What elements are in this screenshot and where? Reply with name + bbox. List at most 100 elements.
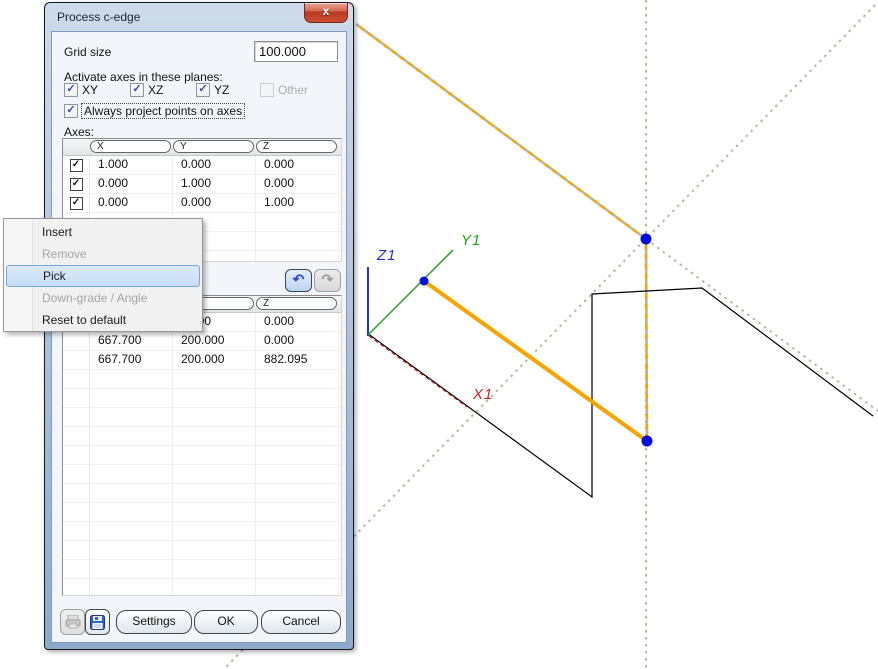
table-cell-z[interactable] [256, 465, 339, 483]
table-cell-y[interactable] [173, 484, 256, 502]
table-row[interactable] [63, 579, 341, 596]
table-cell-y[interactable]: 0.000 [173, 194, 256, 212]
table-cell-x[interactable] [90, 560, 173, 578]
table-row[interactable] [63, 503, 341, 522]
table-row[interactable]: ✓0.0000.0001.000 [63, 194, 341, 213]
table-cell-z[interactable] [256, 484, 339, 502]
table-cell-x[interactable] [90, 522, 173, 540]
selected-edge[interactable] [424, 281, 647, 441]
table-cell-x[interactable] [90, 465, 173, 483]
table-cell-x[interactable] [90, 370, 173, 388]
column-header-x[interactable]: X [90, 140, 171, 153]
pick-point-bottom[interactable] [642, 436, 653, 447]
cancel-button[interactable]: Cancel [261, 610, 341, 634]
column-header-y[interactable]: Y [173, 140, 254, 153]
table-cell-y[interactable]: 0.000 [173, 156, 256, 174]
menu-item-reset-to-default[interactable]: Reset to default [4, 309, 202, 331]
table-cell-x[interactable]: 1.000 [90, 156, 173, 174]
table-cell-y[interactable] [173, 465, 256, 483]
menu-item-insert[interactable]: Insert [4, 221, 202, 243]
table-cell-y[interactable] [173, 389, 256, 407]
table-cell-z[interactable] [256, 522, 339, 540]
always-project-checkbox[interactable]: ✓ Always project points on axes [64, 104, 244, 118]
table-cell-z[interactable] [256, 232, 339, 250]
menu-item-pick[interactable]: Pick [6, 265, 200, 287]
row-checkbox[interactable]: ✓ [70, 178, 83, 191]
table-cell-x[interactable] [90, 427, 173, 445]
table-row[interactable]: ✓1.0000.0000.000 [63, 156, 341, 175]
table-row[interactable]: 667.700200.0000.000 [63, 332, 341, 351]
table-row[interactable] [63, 522, 341, 541]
table-cell-z[interactable] [256, 541, 339, 559]
table-cell-y[interactable] [173, 427, 256, 445]
model-polyline[interactable] [367, 288, 873, 497]
table-cell-z[interactable] [256, 370, 339, 388]
title-bar[interactable]: Process c-edge x [45, 3, 353, 31]
table-cell-y[interactable] [173, 408, 256, 426]
plane-checkbox-xy[interactable]: ✓XY [64, 83, 98, 97]
table-row[interactable] [63, 465, 341, 484]
table-cell-x[interactable] [90, 408, 173, 426]
table-cell-z[interactable] [256, 560, 339, 578]
table-cell-x[interactable] [90, 484, 173, 502]
table-row[interactable]: 667.700200.000882.095 [63, 351, 341, 370]
table-cell-y[interactable] [173, 579, 256, 596]
table-cell-x[interactable]: 667.700 [90, 332, 173, 350]
close-button[interactable]: x [304, 3, 348, 23]
table-cell-z[interactable]: 0.000 [256, 313, 339, 331]
table-row[interactable] [63, 370, 341, 389]
pick-point-top[interactable] [641, 234, 652, 245]
table-cell-x[interactable] [90, 503, 173, 521]
plane-checkbox-xz[interactable]: ✓XZ [130, 83, 163, 97]
table-cell-z[interactable] [256, 251, 339, 262]
grid-size-input[interactable]: 100.000 [254, 41, 338, 62]
table-row[interactable]: ✓ 0.0001.0000.000 [63, 175, 341, 194]
table-cell-y[interactable] [173, 560, 256, 578]
table-cell-y[interactable] [173, 541, 256, 559]
row-checkbox[interactable]: ✓ [70, 159, 83, 172]
table-row[interactable] [63, 408, 341, 427]
table-cell-y[interactable]: 200.000 [173, 332, 256, 350]
table-cell-x[interactable] [90, 541, 173, 559]
table-cell-y[interactable]: 1.000 [173, 175, 256, 193]
table-row[interactable] [63, 560, 341, 579]
table-cell-z[interactable] [256, 427, 339, 445]
table-row[interactable] [63, 541, 341, 560]
table-cell-x[interactable]: 667.700 [90, 351, 173, 369]
table-cell-z[interactable]: 1.000 [256, 194, 339, 212]
table-cell-z[interactable] [256, 446, 339, 464]
settings-button[interactable]: Settings [116, 610, 192, 634]
table-cell-y[interactable] [173, 370, 256, 388]
table-cell-z[interactable] [256, 408, 339, 426]
table-cell-x[interactable] [90, 389, 173, 407]
save-button[interactable] [85, 609, 110, 635]
table-cell-z[interactable] [256, 213, 339, 231]
table-cell-z[interactable]: 0.000 [256, 156, 339, 174]
table-cell-z[interactable] [256, 579, 339, 596]
table-cell-z[interactable] [256, 503, 339, 521]
points-table: XYZ0.0000.000667.700200.0000.000667.7002… [62, 295, 342, 596]
table-cell-z[interactable]: 0.000 [256, 332, 339, 350]
table-cell-y[interactable] [173, 446, 256, 464]
undo-button[interactable]: ↶ [285, 269, 312, 292]
row-checkbox[interactable]: ✓ [70, 197, 83, 210]
table-row[interactable] [63, 484, 341, 503]
table-cell-x[interactable]: 0.000 [90, 194, 173, 212]
table-cell-y[interactable] [173, 522, 256, 540]
table-cell-x[interactable]: 0.000 [90, 175, 173, 193]
table-cell-x[interactable] [90, 446, 173, 464]
ok-button[interactable]: OK [194, 610, 258, 634]
table-cell-y[interactable] [173, 503, 256, 521]
column-header-z[interactable]: Z [256, 297, 337, 310]
table-cell-z[interactable] [256, 389, 339, 407]
pick-point-start[interactable] [420, 277, 429, 286]
table-cell-z[interactable]: 0.000 [256, 175, 339, 193]
table-row[interactable] [63, 427, 341, 446]
column-header-z[interactable]: Z [256, 140, 337, 153]
table-row[interactable] [63, 389, 341, 408]
table-cell-y[interactable]: 200.000 [173, 351, 256, 369]
table-cell-x[interactable] [90, 579, 173, 596]
table-row[interactable] [63, 446, 341, 465]
table-cell-z[interactable]: 882.095 [256, 351, 339, 369]
plane-checkbox-yz[interactable]: ✓YZ [196, 83, 229, 97]
